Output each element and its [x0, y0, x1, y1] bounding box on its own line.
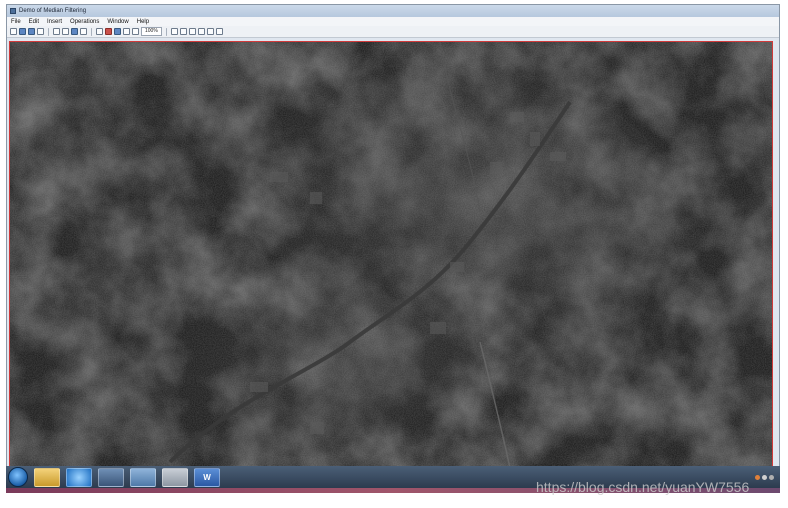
app-icon	[10, 8, 16, 14]
print-icon[interactable]	[37, 28, 44, 35]
text-icon[interactable]	[170, 28, 178, 35]
pointer-icon[interactable]	[96, 28, 103, 35]
matlab-icon[interactable]	[130, 467, 156, 487]
folder-icon[interactable]	[34, 467, 60, 487]
toolbar: 100%	[7, 26, 779, 38]
menu-edit[interactable]: Edit	[29, 19, 39, 25]
watermark: https://blog.csdn.net/yuanYW7556	[536, 479, 750, 495]
system-tray	[755, 474, 780, 480]
tray-icon[interactable]	[769, 474, 774, 480]
ellipse-icon[interactable]	[197, 28, 205, 35]
line-icon[interactable]	[179, 28, 187, 35]
menu-operations[interactable]: Operations	[70, 19, 99, 25]
network-icon[interactable]	[98, 467, 124, 487]
menu-window[interactable]: Window	[107, 19, 128, 25]
word-icon[interactable]: W	[194, 467, 220, 487]
crop-icon[interactable]	[123, 28, 130, 35]
title-bar[interactable]: Demo of Median Filtering	[7, 5, 779, 17]
new-icon[interactable]	[10, 28, 17, 35]
undo-icon[interactable]	[53, 28, 60, 35]
window-title: Demo of Median Filtering	[19, 8, 87, 14]
ie-icon[interactable]	[66, 467, 92, 487]
start-button[interactable]	[8, 467, 28, 487]
rect-icon[interactable]	[188, 28, 196, 35]
select-icon[interactable]	[114, 28, 121, 35]
cut-icon[interactable]	[62, 28, 69, 35]
menu-insert[interactable]: Insert	[47, 19, 62, 25]
menu-file[interactable]: File	[11, 19, 21, 25]
toolbar-separator	[91, 27, 92, 36]
image-canvas[interactable]	[9, 41, 773, 467]
eyedrop-icon[interactable]	[215, 28, 223, 35]
open-icon[interactable]	[19, 28, 26, 35]
toolbar-separator	[48, 27, 49, 36]
fill-icon[interactable]	[206, 28, 214, 35]
save-icon[interactable]	[28, 28, 35, 35]
satellite-image	[10, 42, 772, 466]
menu-bar: File Edit Insert Operations Window Help	[7, 17, 779, 26]
tray-icon[interactable]	[762, 474, 767, 480]
paste-icon[interactable]	[80, 28, 87, 35]
menu-help[interactable]: Help	[137, 19, 149, 25]
zoom-select[interactable]: 100%	[141, 27, 162, 36]
settings-icon[interactable]	[162, 467, 188, 487]
app-window: Demo of Median Filtering File Edit Inser…	[6, 4, 780, 468]
rotate-icon[interactable]	[105, 28, 112, 35]
tray-icon[interactable]	[755, 474, 760, 480]
zoom-icon[interactable]	[132, 28, 139, 35]
toolbar-separator	[165, 27, 167, 36]
copy-icon[interactable]	[71, 28, 78, 35]
